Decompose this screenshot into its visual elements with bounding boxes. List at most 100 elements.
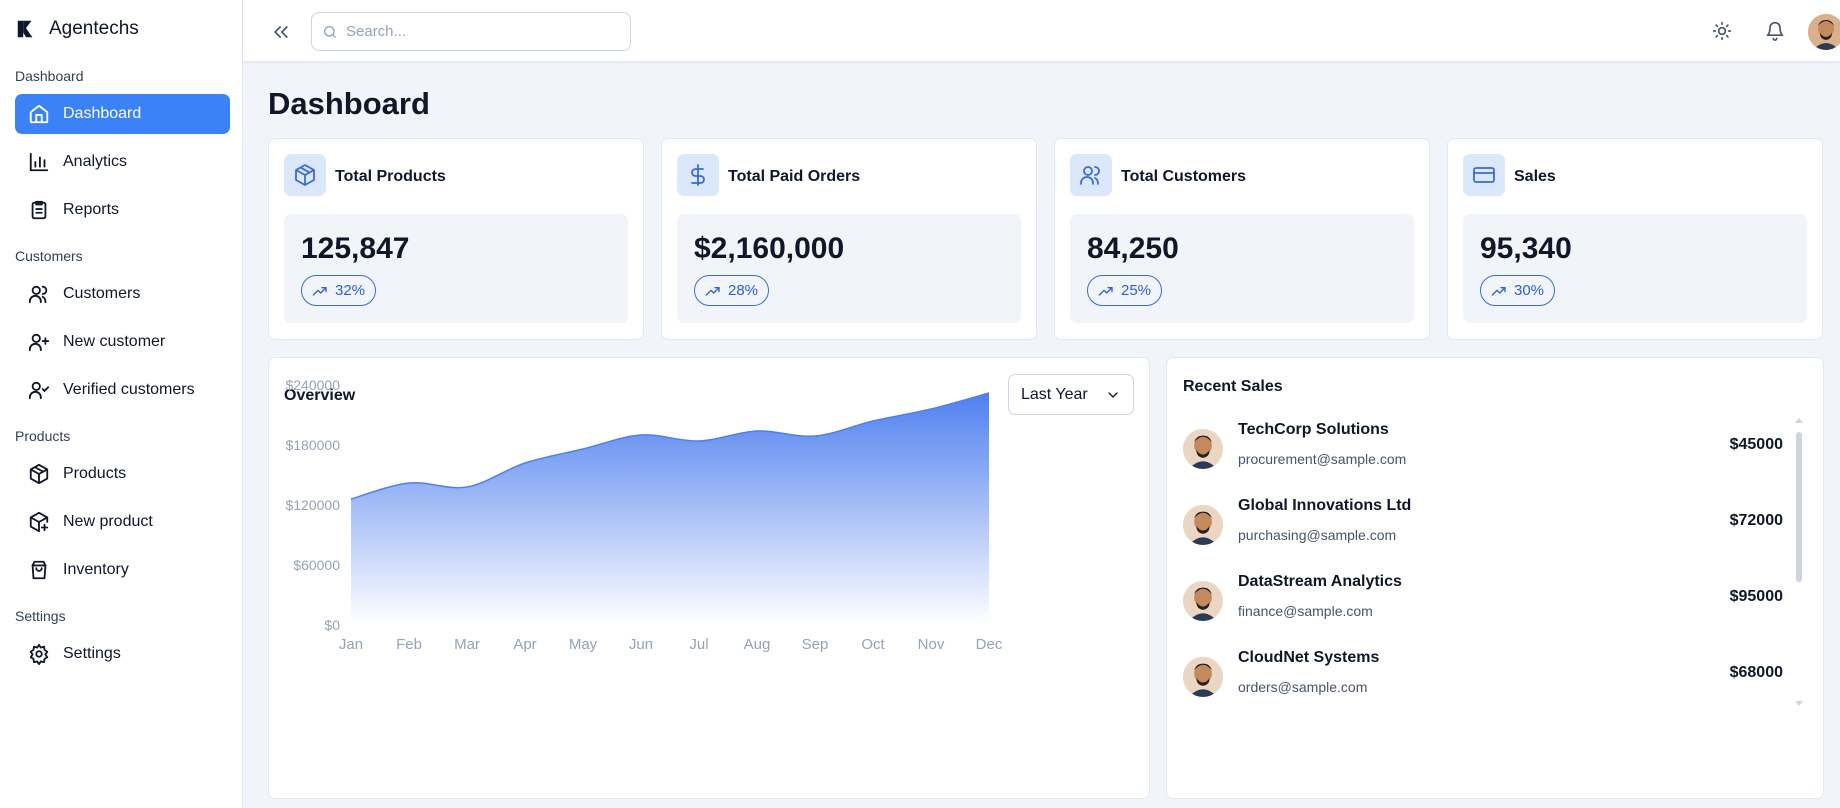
trend-badge: 28% <box>694 275 770 306</box>
data-point[interactable] <box>580 446 586 452</box>
sidebar-item-new-product[interactable]: New product <box>15 502 230 542</box>
recent-sales-scrollbar[interactable] <box>1794 416 1804 706</box>
clipboard-icon <box>28 199 50 221</box>
gear-icon <box>28 643 50 665</box>
data-point[interactable] <box>464 484 470 490</box>
stat-title: Total Customers <box>1121 168 1247 185</box>
box-icon <box>284 154 326 196</box>
recent-sales-title: Recent Sales <box>1183 378 1283 395</box>
notifications-button[interactable] <box>1764 20 1786 42</box>
user-avatar[interactable] <box>1808 14 1840 50</box>
sidebar-item-label: New product <box>63 513 153 530</box>
theme-toggle-button[interactable] <box>1711 20 1733 42</box>
sidebar-item-inventory[interactable]: Inventory <box>15 550 230 590</box>
collapse-sidebar-button[interactable] <box>269 20 293 44</box>
bar-chart-icon <box>28 151 50 173</box>
customer-name: TechCorp Solutions <box>1238 421 1389 438</box>
data-point[interactable] <box>522 460 528 466</box>
recent-sales-panel: Recent Sales TechCorp Solutions procurem… <box>1166 357 1824 799</box>
scroll-up-icon <box>1795 418 1803 423</box>
customer-email: procurement@sample.com <box>1238 451 1407 467</box>
sidebar-item-customers[interactable]: Customers <box>15 274 230 314</box>
app-root: Agentechs Dashboard Dashboard Analytics … <box>0 0 1840 808</box>
customer-email: purchasing@sample.com <box>1238 527 1397 543</box>
dollar-icon <box>677 154 719 196</box>
customer-name: DataStream Analytics <box>1238 573 1402 590</box>
scrollbar-thumb[interactable] <box>1796 432 1802 582</box>
data-point[interactable] <box>638 432 644 438</box>
sale-amount: $45000 <box>1729 436 1783 453</box>
search-input[interactable] <box>346 23 616 40</box>
home-icon <box>28 103 50 125</box>
list-item[interactable]: Global Innovations Ltd purchasing@sample… <box>1183 497 1783 557</box>
users-icon <box>28 283 50 305</box>
shopping-bag-icon <box>28 559 50 581</box>
brand-name: Agentechs <box>49 18 139 39</box>
trend-badge: 30% <box>1480 275 1556 306</box>
sidebar-item-reports[interactable]: Reports <box>15 190 230 230</box>
stat-inner-panel: 95,340 30% <box>1463 214 1807 323</box>
stat-title: Sales <box>1514 168 1556 185</box>
data-point[interactable] <box>986 390 992 396</box>
x-tick-label: Dec <box>976 636 1003 653</box>
brand-logo-icon <box>17 20 33 38</box>
trend-value: 30% <box>1514 282 1545 299</box>
sidebar-item-new-customer[interactable]: New customer <box>15 322 230 362</box>
search-box[interactable] <box>311 12 631 51</box>
customer-avatar <box>1183 505 1223 545</box>
x-tick-label: Apr <box>513 636 536 653</box>
sidebar-item-label: Settings <box>63 645 121 662</box>
stat-card-total-paid-orders[interactable]: Total Paid Orders $2,160,000 28% <box>661 138 1037 340</box>
list-item[interactable]: CloudNet Systems orders@sample.com $6800… <box>1183 649 1783 709</box>
list-item[interactable]: DataStream Analytics finance@sample.com … <box>1183 573 1783 633</box>
sidebar-item-label: Analytics <box>63 153 128 170</box>
trend-badge: 25% <box>1087 275 1163 306</box>
sidebar-item-dashboard[interactable]: Dashboard <box>15 94 230 134</box>
sale-amount: $68000 <box>1729 664 1783 681</box>
sidebar-item-products[interactable]: Products <box>15 454 230 494</box>
x-tick-label: Feb <box>396 636 422 653</box>
x-tick-label: Jul <box>689 636 708 653</box>
data-point[interactable] <box>406 480 412 486</box>
stat-card-total-customers[interactable]: Total Customers 84,250 25% <box>1054 138 1430 340</box>
trending-up-icon <box>705 286 720 296</box>
stat-card-sales[interactable]: Sales 95,340 30% <box>1447 138 1823 340</box>
sidebar-item-analytics[interactable]: Analytics <box>15 142 230 182</box>
section-title-settings: Settings <box>15 608 66 624</box>
stat-card-total-products[interactable]: Total Products 125,847 32% <box>268 138 644 340</box>
x-tick-label: Nov <box>918 636 945 653</box>
package-plus-icon <box>28 511 50 533</box>
sidebar-item-verified-customers[interactable]: Verified customers <box>15 370 230 410</box>
customer-avatar <box>1183 581 1223 621</box>
search-icon <box>324 25 336 38</box>
customer-email: finance@sample.com <box>1238 603 1373 619</box>
data-point[interactable] <box>870 418 876 424</box>
trend-badge: 32% <box>301 275 377 306</box>
y-tick-label: $0 <box>324 617 340 633</box>
sidebar-item-label: Products <box>63 465 127 482</box>
sidebar-item-label: Reports <box>63 201 120 218</box>
brand[interactable]: Agentechs <box>15 18 139 40</box>
x-tick-label: Sep <box>802 636 829 653</box>
sidebar-item-settings[interactable]: Settings <box>15 634 230 674</box>
x-tick-label: Jan <box>339 636 363 653</box>
customer-avatar <box>1183 657 1223 697</box>
sidebar-item-label: Verified customers <box>63 381 195 398</box>
customer-name: Global Innovations Ltd <box>1238 497 1412 514</box>
section-title-dashboard: Dashboard <box>15 68 84 84</box>
trending-up-icon <box>312 286 327 296</box>
overview-area-chart: $0 $60000 $120000 $180000 $240000 Jan Feb Mar Ap… <box>285 377 1003 653</box>
list-item[interactable]: TechCorp Solutions procurement@sample.co… <box>1183 421 1783 481</box>
data-point[interactable] <box>348 496 354 502</box>
stat-value: $2,160,000 <box>694 232 845 265</box>
stat-inner-panel: 125,847 32% <box>284 214 628 323</box>
data-point[interactable] <box>696 438 702 444</box>
data-point[interactable] <box>812 433 818 439</box>
stat-value: 95,340 <box>1480 232 1572 265</box>
area-series-fill <box>351 393 989 625</box>
sidebar-item-label: Inventory <box>63 561 129 578</box>
data-point[interactable] <box>928 406 934 412</box>
user-check-icon <box>28 379 50 401</box>
data-point[interactable] <box>754 428 760 434</box>
customer-avatar <box>1183 429 1223 469</box>
